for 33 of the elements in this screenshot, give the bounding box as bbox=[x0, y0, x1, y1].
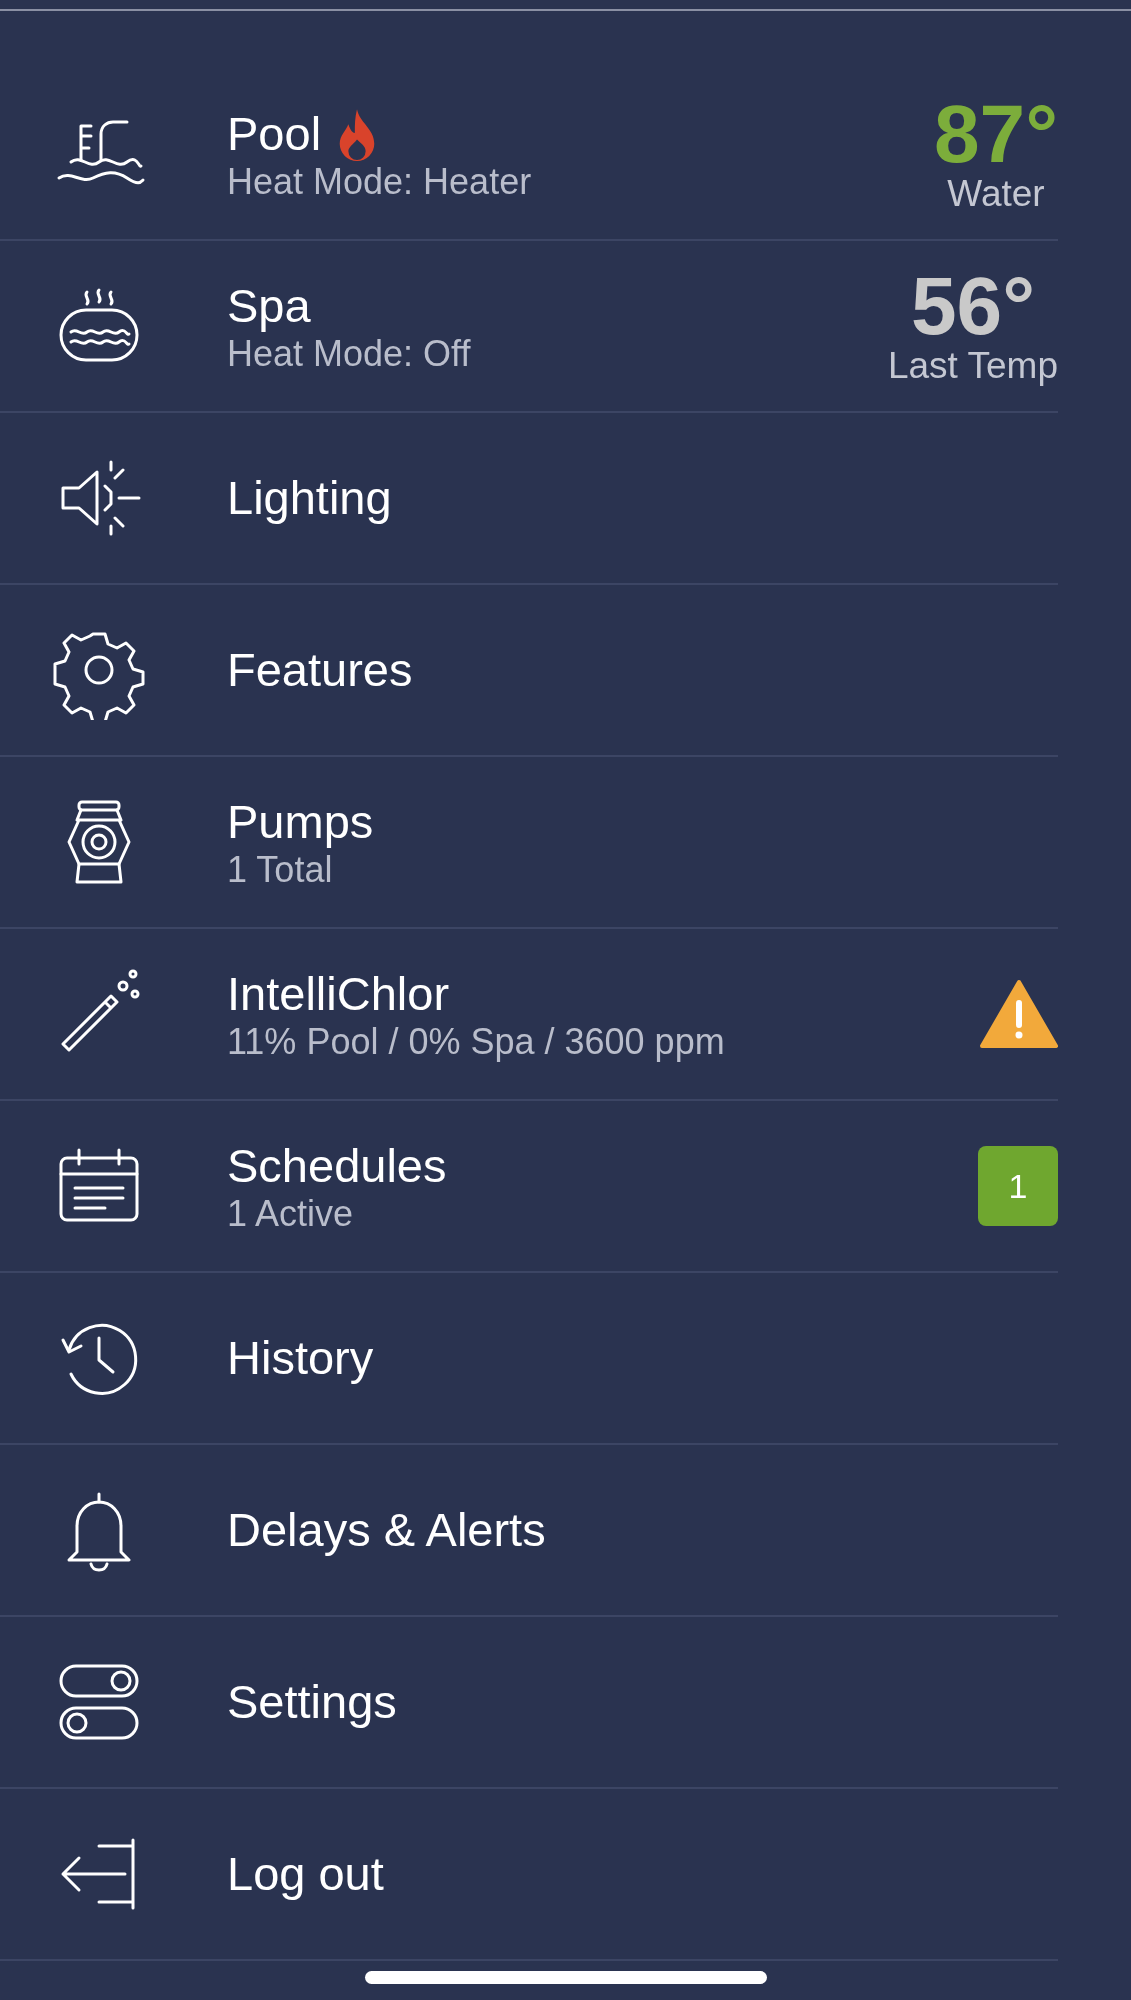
menu-subtitle: 11% Pool / 0% Spa / 3600 ppm bbox=[227, 1022, 726, 1062]
menu-item[interactable]: Pumps 1 Total bbox=[0, 757, 1058, 929]
menu-title: Pumps bbox=[227, 794, 374, 850]
menu-item[interactable]: Pool Heat Mode: Heater 87° Water bbox=[0, 69, 1058, 241]
home-indicator[interactable] bbox=[365, 1971, 767, 1984]
temperature-value: 87° bbox=[934, 94, 1058, 174]
menu-item[interactable]: Delays & Alerts bbox=[0, 1445, 1058, 1617]
count-badge: 1 bbox=[978, 1146, 1058, 1226]
menu-item[interactable]: Settings bbox=[0, 1617, 1058, 1789]
menu-title: IntelliChlor bbox=[227, 966, 450, 1022]
menu-item[interactable]: Features bbox=[0, 585, 1058, 757]
menu-item[interactable]: Spa Heat Mode: Off 56° Last Temp bbox=[0, 241, 1058, 413]
menu-item[interactable]: Log out bbox=[0, 1789, 1058, 1961]
menu-title: Lighting bbox=[227, 470, 392, 526]
menu-title: Schedules bbox=[227, 1138, 447, 1194]
menu-title: Log out bbox=[227, 1846, 384, 1902]
menu-subtitle: 1 Total bbox=[227, 850, 334, 890]
menu-subtitle: Heat Mode: Heater bbox=[227, 162, 533, 202]
menu-item[interactable]: IntelliChlor 11% Pool / 0% Spa / 3600 ppm bbox=[0, 929, 1058, 1101]
menu-item[interactable]: History bbox=[0, 1273, 1058, 1445]
menu-title: Settings bbox=[227, 1674, 397, 1730]
temperature-label: Water bbox=[947, 174, 1045, 214]
menu-title: Delays & Alerts bbox=[227, 1502, 546, 1558]
menu-title: Pool bbox=[227, 106, 322, 162]
menu-title: Features bbox=[227, 642, 413, 698]
temperature-label: Last Temp bbox=[887, 346, 1058, 386]
menu-subtitle: 1 Active bbox=[227, 1194, 355, 1234]
menu-title: Spa bbox=[227, 278, 311, 334]
menu-item[interactable]: Schedules 1 Active 1 bbox=[0, 1101, 1058, 1273]
menu-subtitle: Heat Mode: Off bbox=[227, 334, 472, 374]
temperature-value: 56° bbox=[910, 266, 1035, 346]
menu-item[interactable]: Lighting bbox=[0, 413, 1058, 585]
menu-title: History bbox=[227, 1330, 374, 1386]
